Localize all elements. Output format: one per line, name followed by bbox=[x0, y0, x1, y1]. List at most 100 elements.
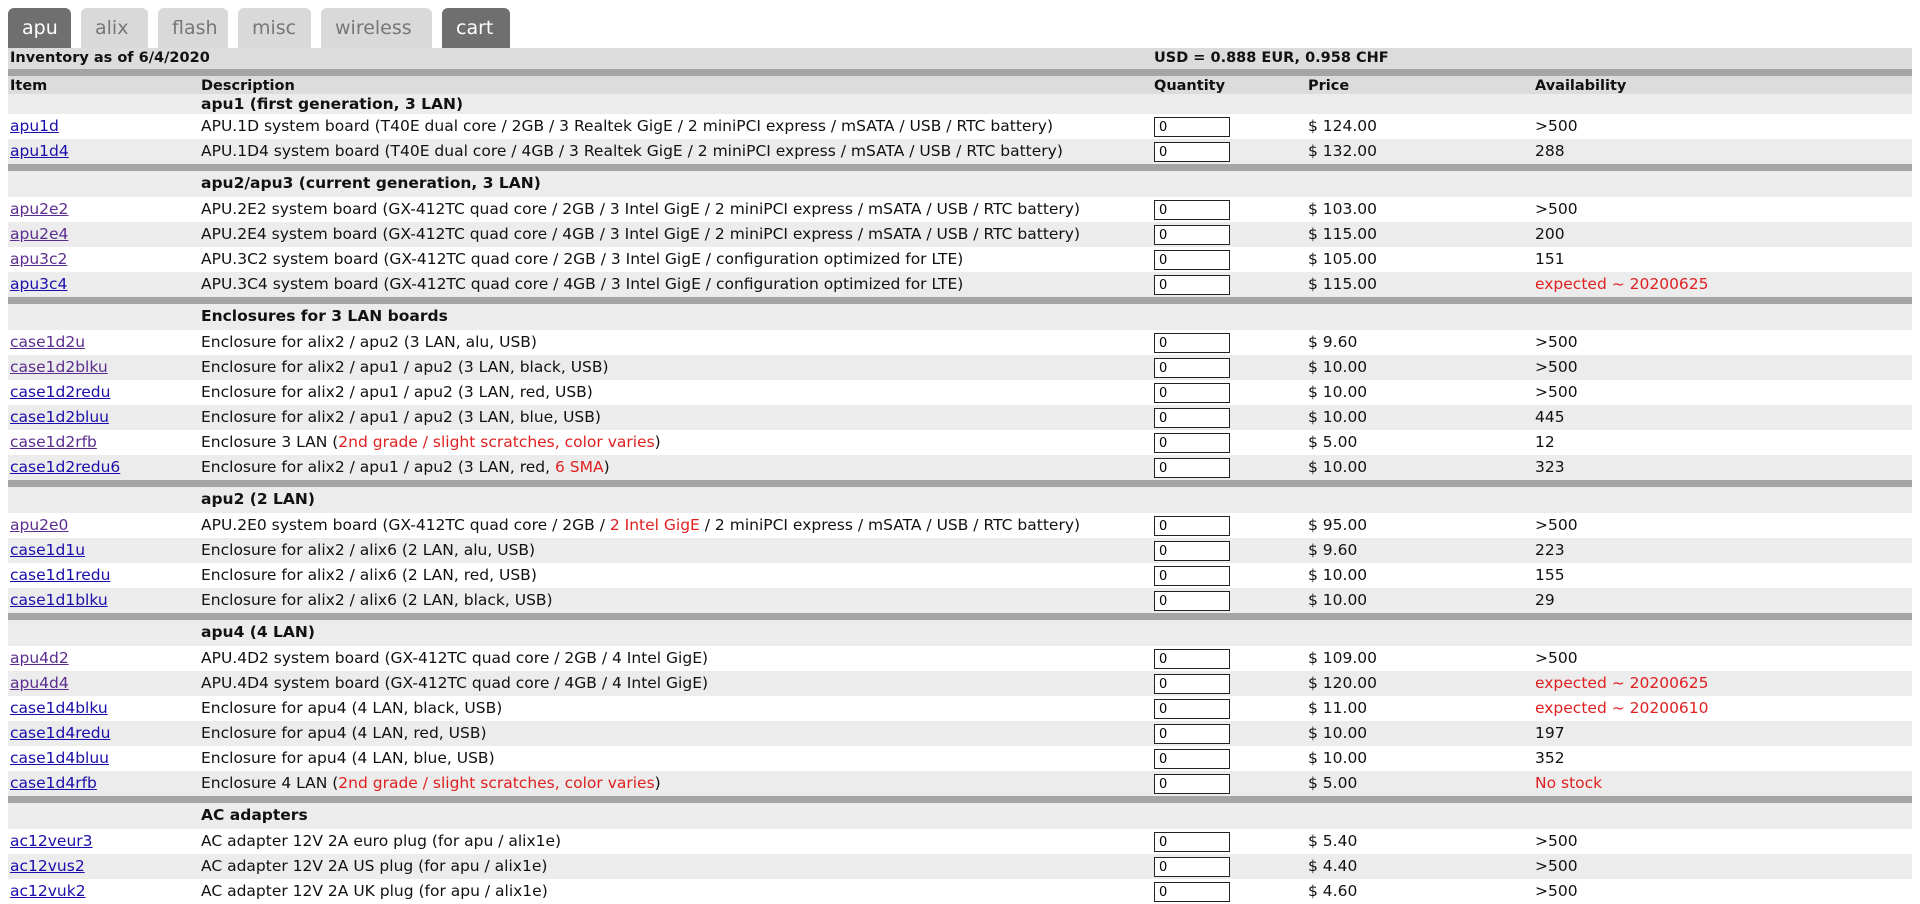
item-link-apu2e4[interactable]: apu2e4 bbox=[10, 225, 68, 243]
item-price: $ 105.00 bbox=[1308, 250, 1378, 268]
quantity-input[interactable] bbox=[1154, 117, 1230, 137]
item-link-case1d1redu[interactable]: case1d1redu bbox=[10, 566, 110, 584]
item-link-case1d1blku[interactable]: case1d1blku bbox=[10, 591, 108, 609]
column-header-row: Item Description Quantity Price Availabi… bbox=[8, 69, 1912, 94]
quantity-input[interactable] bbox=[1154, 225, 1230, 245]
quantity-input[interactable] bbox=[1154, 275, 1230, 295]
sma-note: 6 SMA bbox=[554, 458, 604, 476]
quantity-input[interactable] bbox=[1154, 142, 1230, 162]
item-description: APU.4D4 system board (GX-412TC quad core… bbox=[201, 674, 709, 692]
item-link-case1d2redu[interactable]: case1d2redu bbox=[10, 383, 110, 401]
item-link-apu3c2[interactable]: apu3c2 bbox=[10, 250, 67, 268]
item-availability: 155 bbox=[1535, 566, 1565, 584]
item-link-case1d4redu[interactable]: case1d4redu bbox=[10, 724, 110, 742]
item-description: Enclosure for alix2 / apu1 / apu2 (3 LAN… bbox=[201, 458, 610, 476]
item-availability: expected ~ 20200625 bbox=[1535, 674, 1709, 692]
item-description: APU.1D4 system board (T40E dual core / 4… bbox=[201, 142, 1063, 160]
section-header: apu2/apu3 (current generation, 3 LAN) bbox=[8, 171, 1912, 197]
section-title: apu2/apu3 (current generation, 3 LAN) bbox=[201, 174, 541, 192]
quantity-input[interactable] bbox=[1154, 408, 1230, 428]
item-availability: expected ~ 20200610 bbox=[1535, 699, 1709, 717]
item-link-case1d4blku[interactable]: case1d4blku bbox=[10, 699, 108, 717]
tab-apu[interactable]: apu bbox=[8, 8, 71, 48]
tab-wireless[interactable]: wireless bbox=[321, 8, 432, 48]
item-link-ac12veur3[interactable]: ac12veur3 bbox=[10, 832, 93, 850]
table-row: case1d1blku Enclosure for alix2 / alix6 … bbox=[8, 588, 1912, 613]
quantity-input[interactable] bbox=[1154, 383, 1230, 403]
quantity-input[interactable] bbox=[1154, 882, 1230, 902]
table-row: apu2e4 APU.2E4 system board (GX-412TC qu… bbox=[8, 222, 1912, 247]
item-availability: No stock bbox=[1535, 774, 1603, 792]
quantity-input[interactable] bbox=[1154, 200, 1230, 220]
tab-misc[interactable]: misc bbox=[238, 8, 311, 48]
item-description: Enclosure for alix2 / alix6 (2 LAN, blac… bbox=[201, 591, 553, 609]
quantity-input[interactable] bbox=[1154, 857, 1230, 877]
quantity-input[interactable] bbox=[1154, 333, 1230, 353]
item-price: $ 115.00 bbox=[1308, 275, 1378, 293]
item-price: $ 10.00 bbox=[1308, 358, 1368, 376]
quantity-input[interactable] bbox=[1154, 433, 1230, 453]
item-link-case1d2redu6[interactable]: case1d2redu6 bbox=[10, 458, 120, 476]
item-price: $ 9.60 bbox=[1308, 541, 1358, 559]
section-header: apu4 (4 LAN) bbox=[8, 620, 1912, 646]
tab-flash[interactable]: flash bbox=[158, 8, 228, 48]
quantity-input[interactable] bbox=[1154, 358, 1230, 378]
item-link-apu3c4[interactable]: apu3c4 bbox=[10, 275, 67, 293]
item-description: AC adapter 12V 2A euro plug (for apu / a… bbox=[201, 832, 562, 850]
quantity-input[interactable] bbox=[1154, 516, 1230, 536]
table-row: apu2e2 APU.2E2 system board (GX-412TC qu… bbox=[8, 197, 1912, 222]
grade-note: 2nd grade / slight scratches, color vari… bbox=[338, 433, 655, 451]
item-price: $ 5.00 bbox=[1308, 433, 1358, 451]
quantity-input[interactable] bbox=[1154, 749, 1230, 769]
section-title: AC adapters bbox=[201, 806, 308, 824]
item-link-ac12vuk2[interactable]: ac12vuk2 bbox=[10, 882, 86, 900]
section-divider bbox=[8, 297, 1912, 304]
item-availability: expected ~ 20200625 bbox=[1535, 275, 1709, 293]
item-link-case1d2bluu[interactable]: case1d2bluu bbox=[10, 408, 109, 426]
item-price: $ 5.00 bbox=[1308, 774, 1358, 792]
item-price: $ 10.00 bbox=[1308, 566, 1368, 584]
item-availability: 151 bbox=[1535, 250, 1565, 268]
item-link-case1d2rfb[interactable]: case1d2rfb bbox=[10, 433, 97, 451]
item-link-apu4d2[interactable]: apu4d2 bbox=[10, 649, 69, 667]
item-link-ac12vus2[interactable]: ac12vus2 bbox=[10, 857, 85, 875]
section-divider bbox=[8, 480, 1912, 487]
item-availability: >500 bbox=[1535, 383, 1578, 401]
item-description: APU.2E0 system board (GX-412TC quad core… bbox=[201, 516, 1081, 534]
item-link-case1d4rfb[interactable]: case1d4rfb bbox=[10, 774, 97, 792]
item-link-case1d4bluu[interactable]: case1d4bluu bbox=[10, 749, 109, 767]
item-link-case1d2blku[interactable]: case1d2blku bbox=[10, 358, 108, 376]
quantity-input[interactable] bbox=[1154, 250, 1230, 270]
quantity-input[interactable] bbox=[1154, 591, 1230, 611]
item-link-apu2e0[interactable]: apu2e0 bbox=[10, 516, 68, 534]
table-row: case1d4rfb Enclosure 4 LAN (2nd grade / … bbox=[8, 771, 1912, 796]
item-availability: 12 bbox=[1535, 433, 1555, 451]
quantity-input[interactable] bbox=[1154, 674, 1230, 694]
quantity-input[interactable] bbox=[1154, 774, 1230, 794]
lan-note: 2 Intel GigE bbox=[609, 516, 700, 534]
quantity-input[interactable] bbox=[1154, 832, 1230, 852]
tab-cart[interactable]: cart bbox=[442, 8, 510, 48]
item-link-apu4d4[interactable]: apu4d4 bbox=[10, 674, 69, 692]
item-availability: 445 bbox=[1535, 408, 1565, 426]
quantity-input[interactable] bbox=[1154, 649, 1230, 669]
inventory-table: Inventory as of 6/4/2020 USD = 0.888 EUR… bbox=[8, 48, 1912, 904]
tab-alix[interactable]: alix bbox=[81, 8, 148, 48]
quantity-input[interactable] bbox=[1154, 566, 1230, 586]
quantity-input[interactable] bbox=[1154, 458, 1230, 478]
item-link-apu1d4[interactable]: apu1d4 bbox=[10, 142, 69, 160]
tab-bar: apu alix flash misc wireless cart bbox=[8, 8, 520, 48]
item-price: $ 10.00 bbox=[1308, 749, 1368, 767]
item-link-apu1d[interactable]: apu1d bbox=[10, 117, 59, 135]
item-link-case1d2u[interactable]: case1d2u bbox=[10, 333, 85, 351]
item-availability: 323 bbox=[1535, 458, 1565, 476]
item-price: $ 115.00 bbox=[1308, 225, 1378, 243]
table-row: case1d1redu Enclosure for alix2 / alix6 … bbox=[8, 563, 1912, 588]
quantity-input[interactable] bbox=[1154, 724, 1230, 744]
item-price: $ 10.00 bbox=[1308, 724, 1368, 742]
quantity-input[interactable] bbox=[1154, 699, 1230, 719]
quantity-input[interactable] bbox=[1154, 541, 1230, 561]
exchange-rate: USD = 0.888 EUR, 0.958 CHF bbox=[1154, 50, 1389, 66]
item-link-case1d1u[interactable]: case1d1u bbox=[10, 541, 85, 559]
item-link-apu2e2[interactable]: apu2e2 bbox=[10, 200, 68, 218]
